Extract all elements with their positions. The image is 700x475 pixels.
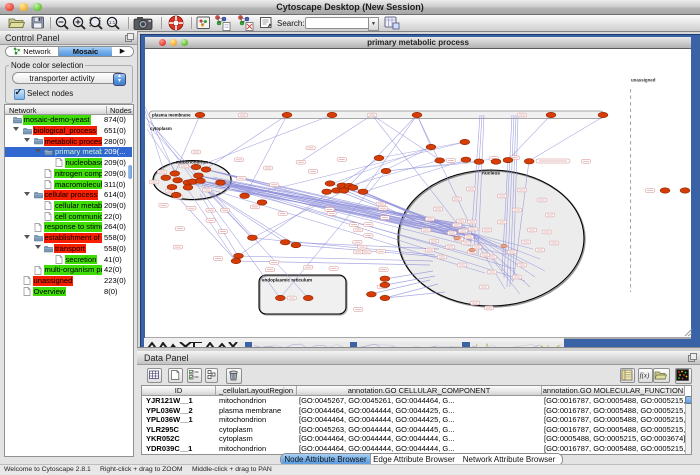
svg-text:cytoplasm: cytoplasm bbox=[150, 126, 172, 131]
svg-text:plasma membrane: plasma membrane bbox=[152, 113, 191, 118]
svg-text:nucleus: nucleus bbox=[482, 171, 500, 177]
svg-text:endoplasmic reticulum: endoplasmic reticulum bbox=[262, 278, 312, 283]
svg-text:f(x): f(x) bbox=[640, 372, 650, 380]
svg-text:unassigned: unassigned bbox=[631, 78, 656, 83]
svg-text:1:1: 1:1 bbox=[109, 20, 116, 25]
svg-text:mitochondrion: mitochondrion bbox=[176, 160, 208, 165]
